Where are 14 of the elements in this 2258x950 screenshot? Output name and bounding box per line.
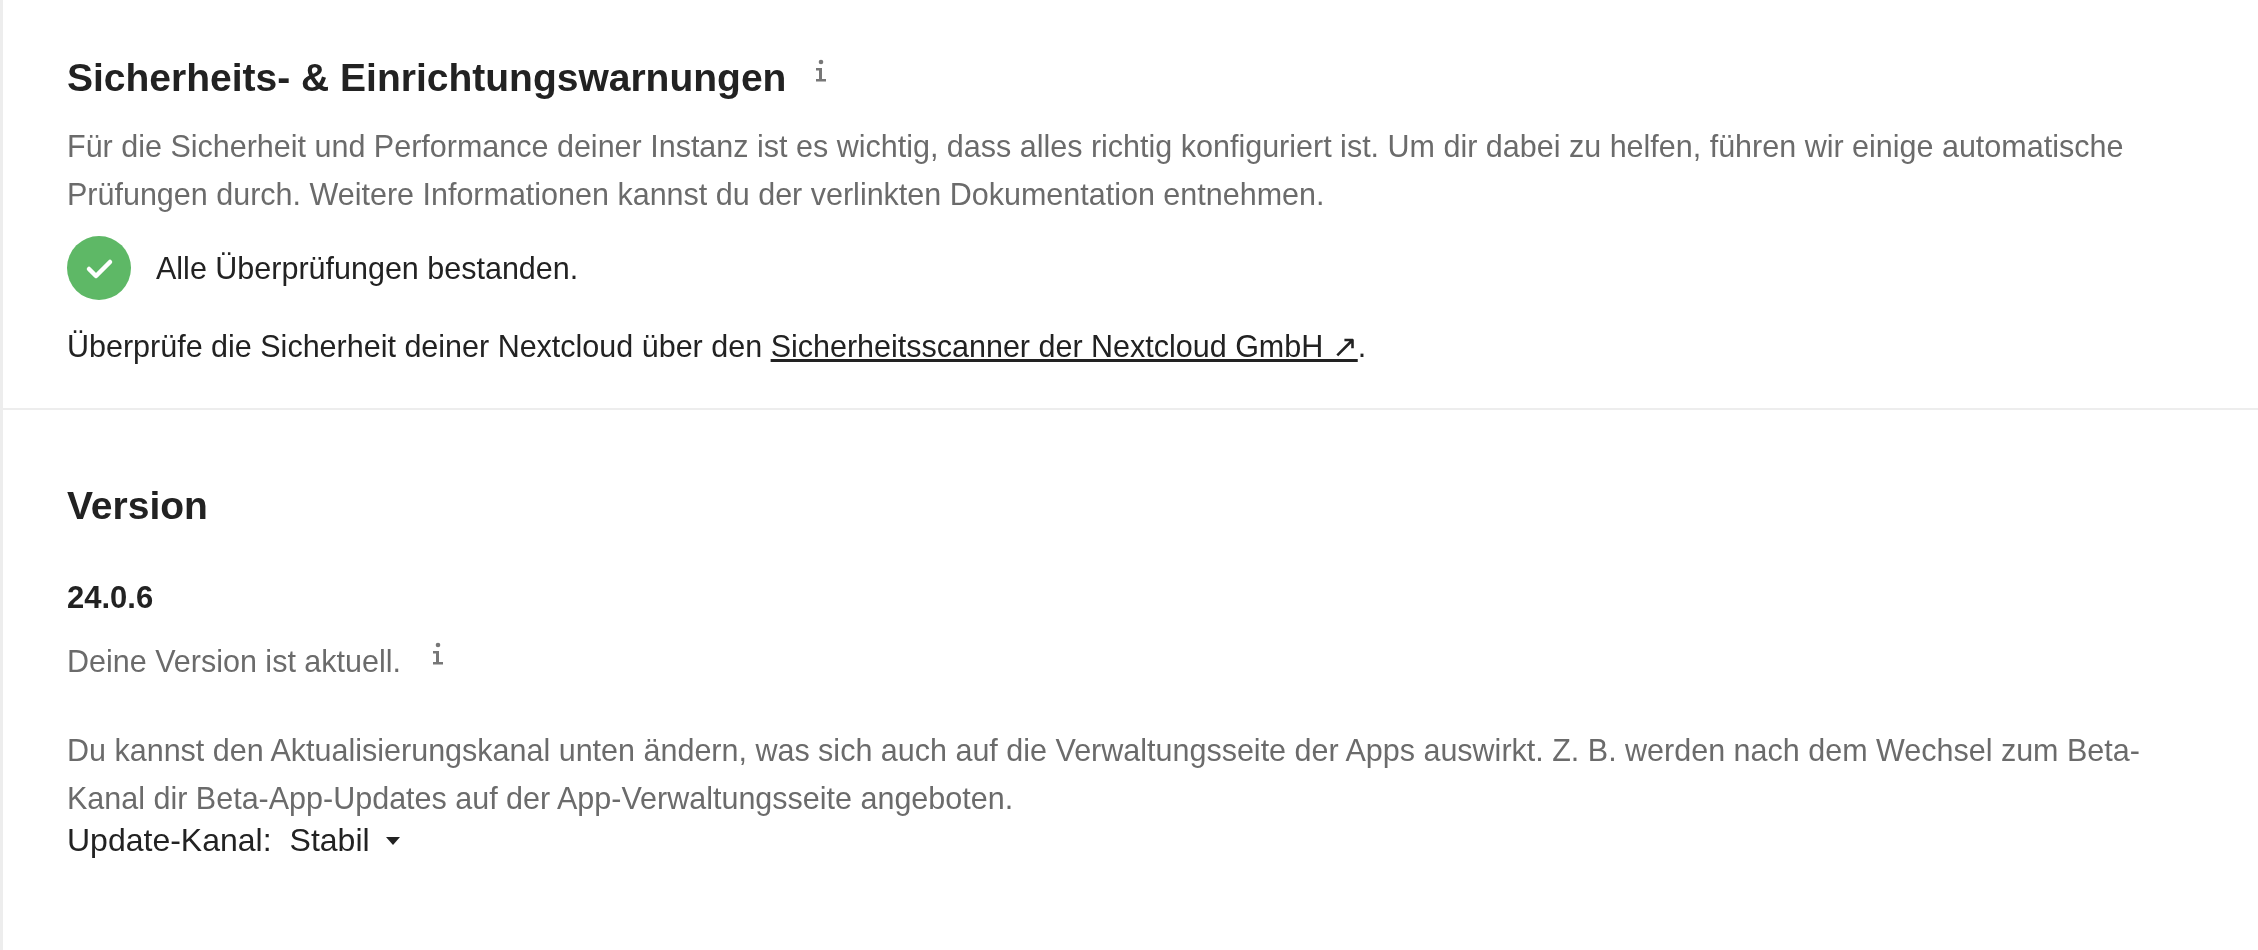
section-title: Sicherheits- & Einrichtungswarnungen	[67, 55, 787, 101]
version-status: Deine Version ist aktuell.	[67, 643, 401, 679]
channel-dropdown[interactable]: Stabil	[285, 822, 404, 859]
caret-icon	[385, 836, 400, 845]
version-number: 24.0.6	[67, 580, 155, 616]
scan-sentence: Überprüfe die Sicherheit deiner Nextcloud über den Sicherheitsscanner der Nextcloud GmbH ↗.	[67, 328, 1368, 366]
section-description: Für die Sicherheit und Performance deiner Instanz ist es wichtig, dass alles richtig konfiguriert ist. Um dir dabei zu helfen, führen wir einige automatische Prüfungen durch. Weitere Informationen kannst du der verlinkten Dokumentation entnehmen.	[67, 128, 2125, 214]
section-title: Version	[67, 483, 209, 529]
status-text: Alle Überprüfungen bestanden.	[156, 250, 579, 286]
info-icon[interactable]	[431, 642, 445, 666]
channel-description: Du kannst den Aktualisierungskanal unten ändern, was sich auch auf die Verwaltungsseite der Apps auswirkt. Z. B. werden nach dem Wechsel zum Beta-Kanal dir Beta-App-Updates auf der App-Verwaltungsseite angeboten.	[67, 732, 2141, 818]
scanner-link[interactable]: Sicherheitsscanner der Nextcloud GmbH ↗	[770, 329, 1358, 363]
channel-label: Update-Kanal:	[67, 822, 272, 859]
info-icon[interactable]	[814, 59, 829, 83]
